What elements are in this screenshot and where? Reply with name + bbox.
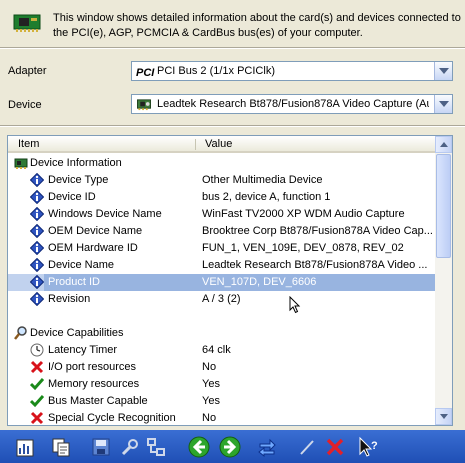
list-row-windows-device-name[interactable]: Windows Device Name WinFast TV2000 XP WDM…: [8, 206, 435, 223]
adapter-value: PCI Bus 2 (1/1x PCIClk): [157, 65, 275, 77]
magnifier-icon: [14, 326, 28, 340]
list-row-device-type[interactable]: Device Type Other Multimedia Device: [8, 172, 435, 189]
bottom-toolbar: ?: [0, 430, 465, 463]
help-icon[interactable]: ?: [358, 436, 380, 458]
info-icon: [29, 257, 45, 273]
svg-text:?: ?: [371, 440, 378, 452]
row-item-value: FUN_1, VEN_109E, DEV_0878, REV_02: [202, 242, 404, 254]
row-item-value: Yes: [202, 378, 220, 390]
group-title: Device Capabilities: [30, 327, 124, 339]
svg-text:PCI: PCI: [136, 67, 155, 78]
row-item-name: Special Cycle Recognition: [48, 412, 176, 424]
header: This window shows detailed information a…: [0, 0, 465, 44]
save-icon[interactable]: [90, 436, 112, 458]
device-label: Device: [8, 99, 42, 111]
row-item-name: Device Name: [48, 259, 115, 271]
list-row-i-o-port-resources[interactable]: I/O port resources No: [8, 359, 435, 376]
network-icon[interactable]: [145, 436, 167, 458]
info-icon: [29, 240, 45, 256]
row-item-name: Bus Master Capable: [48, 395, 148, 407]
vertical-scrollbar[interactable]: [435, 136, 452, 425]
row-item-value: No: [202, 361, 217, 373]
list-row-device-name[interactable]: Device Name Leadtek Research Bt878/Fusion…: [8, 257, 435, 274]
scroll-up-button[interactable]: [435, 136, 452, 153]
device-details-list[interactable]: Item Value Device Information Device Type…: [7, 135, 453, 426]
copy-icon[interactable]: [50, 436, 72, 458]
edit-icon[interactable]: [296, 436, 318, 458]
device-select[interactable]: Leadtek Research Bt878/Fusion878A Video …: [131, 94, 453, 114]
list-row-memory-resources[interactable]: Memory resources Yes: [8, 376, 435, 393]
red-x-icon: [30, 411, 44, 425]
red-x-icon: [30, 360, 44, 374]
report-icon[interactable]: [14, 436, 36, 458]
adapter-select[interactable]: PCI PCI Bus 2 (1/1x PCIClk): [131, 61, 453, 81]
back-icon[interactable]: [188, 436, 210, 458]
card-icon: [14, 156, 28, 170]
list-row-revision[interactable]: Revision A / 3 (2): [8, 291, 435, 308]
info-icon: [29, 291, 45, 307]
info-icon: [29, 274, 45, 290]
row-item-value: WinFast TV2000 XP WDM Audio Capture: [202, 208, 405, 220]
green-check-icon: [29, 377, 45, 391]
row-item-name: Device Type: [48, 174, 109, 186]
row-item-value: VEN_107D, DEV_6606: [202, 276, 317, 288]
clock-icon: [30, 343, 44, 357]
info-icon: [29, 206, 45, 222]
row-item-name: OEM Device Name: [48, 225, 143, 237]
row-item-name: OEM Hardware ID: [48, 242, 138, 254]
info-icon: [29, 172, 45, 188]
header-divider: [0, 47, 465, 49]
row-item-name: Windows Device Name: [48, 208, 162, 220]
row-item-value: Leadtek Research Bt878/Fusion878A Video …: [202, 259, 428, 271]
row-item-value: Brooktree Corp Bt878/Fusion878A Video Ca…: [202, 225, 432, 237]
row-item-name: Device ID: [48, 191, 96, 203]
adapter-dropdown-button[interactable]: [434, 62, 452, 80]
list-row-oem-device-name[interactable]: OEM Device Name Brooktree Corp Bt878/Fusi…: [8, 223, 435, 240]
column-header-value[interactable]: Value: [205, 138, 232, 150]
list-row-oem-hardware-id[interactable]: OEM Hardware ID FUN_1, VEN_109E, DEV_0878…: [8, 240, 435, 257]
group-header-device-information[interactable]: Device Information: [8, 155, 435, 172]
row-item-value: Yes: [202, 395, 220, 407]
device-value: Leadtek Research Bt878/Fusion878A Video …: [157, 98, 429, 110]
list-row-special-cycle-recognition[interactable]: Special Cycle Recognition No: [8, 410, 435, 425]
scroll-thumb[interactable]: [436, 154, 451, 258]
group-title: Device Information: [30, 157, 122, 169]
forward-icon[interactable]: [219, 436, 241, 458]
row-item-value: No: [202, 412, 217, 424]
header-description: This window shows detailed information a…: [53, 12, 461, 39]
row-item-name: Memory resources: [48, 378, 140, 390]
row-item-value: 64 clk: [202, 344, 231, 356]
group-header-device-capabilities[interactable]: Device Capabilities: [8, 325, 435, 342]
list-row-product-id[interactable]: Product ID VEN_107D, DEV_6606: [8, 274, 435, 291]
row-item-name: Product ID: [48, 276, 100, 288]
wrench-icon[interactable]: [119, 436, 141, 458]
pci-bus-icon: PCI: [136, 66, 156, 78]
green-check-icon: [29, 394, 45, 408]
list-row-device-id[interactable]: Device ID bus 2, device A, function 1: [8, 189, 435, 206]
row-item-value: bus 2, device A, function 1: [202, 191, 331, 203]
list-row-bus-master-capable[interactable]: Bus Master Capable Yes: [8, 393, 435, 410]
device-dropdown-button[interactable]: [434, 95, 452, 113]
close-icon[interactable]: [324, 436, 346, 458]
list-header: Item Value: [8, 136, 435, 153]
list-row-latency-timer[interactable]: Latency Timer 64 clk: [8, 342, 435, 359]
scroll-down-button[interactable]: [435, 408, 452, 425]
mouse-cursor-icon: [289, 296, 301, 314]
info-icon: [29, 189, 45, 205]
row-item-value: A / 3 (2): [202, 293, 241, 305]
pci-card-icon: [13, 14, 41, 32]
row-item-name: Latency Timer: [48, 344, 118, 356]
row-item-name: I/O port resources: [48, 361, 137, 373]
refresh-icon[interactable]: [256, 436, 278, 458]
video-card-icon: [137, 99, 151, 111]
column-header-item[interactable]: Item: [18, 138, 39, 150]
row-item-value: Other Multimedia Device: [202, 174, 323, 186]
adapter-label: Adapter: [8, 65, 47, 77]
row-item-name: Revision: [48, 293, 91, 305]
info-icon: [29, 223, 45, 239]
form-divider: [0, 125, 465, 127]
